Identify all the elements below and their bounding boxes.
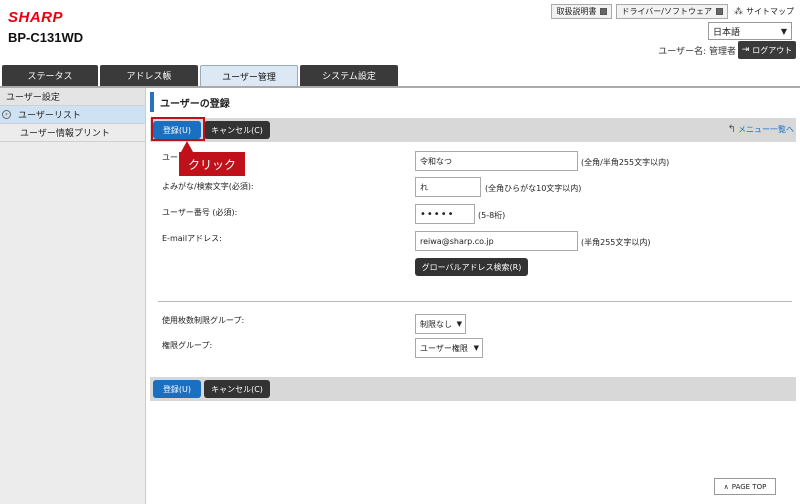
sidebar-item-user-list[interactable]: › ユーザーリスト — [0, 106, 145, 124]
section-divider — [158, 301, 792, 302]
sidebar-heading: ユーザー設定 — [0, 88, 145, 106]
user-name-label: ユーザー名: 管理者 — [658, 47, 736, 57]
sitemap-label: サイトマップ — [746, 7, 794, 16]
language-select[interactable]: 日本語 ▼ — [708, 22, 792, 40]
register-highlight — [151, 117, 205, 141]
click-callout: クリック — [179, 152, 245, 176]
sharp-logo: SHARP — [8, 9, 64, 26]
reading-label: よみがな/検索文字(必須): — [162, 182, 254, 191]
reading-input[interactable]: れ — [415, 177, 481, 197]
chevron-down-icon: ▼ — [780, 26, 787, 36]
usage-group-value: 制限なし — [420, 319, 452, 329]
sidebar: ユーザー設定 › ユーザーリスト ユーザー情報プリント — [0, 88, 146, 504]
callout-pointer — [181, 141, 193, 152]
global-address-search-button[interactable]: グローバルアドレス検索(R) — [415, 258, 528, 276]
main-tabs: ステータス アドレス帳 ユーザー管理 システム設定 — [2, 65, 398, 86]
tab-user-management[interactable]: ユーザー管理 — [200, 65, 298, 86]
reading-hint: (全角ひらがな10文字以内) — [485, 184, 582, 193]
chevron-right-icon: › — [2, 110, 11, 119]
manual-link-label: 取扱説明書 — [556, 7, 597, 16]
sitemap-link[interactable]: ⁂ サイトマップ — [734, 6, 794, 17]
chevron-down-icon: ▼ — [473, 344, 479, 352]
logout-label: ログアウト — [752, 45, 793, 55]
user-number-hint: (5-8桁) — [478, 211, 506, 220]
email-label: E-mailアドレス: — [162, 234, 222, 243]
model-name: BP-C131WD — [8, 30, 84, 45]
auth-group-select[interactable]: ユーザー権限 ▼ — [415, 338, 483, 358]
user-number-input[interactable]: ••••• — [415, 204, 475, 224]
user-number-label: ユーザー番号 (必須): — [162, 208, 238, 217]
chevron-down-icon: ▼ — [456, 320, 462, 328]
language-value: 日本語 — [713, 27, 741, 38]
auth-group-label: 権限グループ: — [162, 341, 213, 350]
tab-status[interactable]: ステータス — [2, 65, 98, 86]
user-name-hint: (全角/半角255文字以内) — [581, 158, 670, 167]
logout-button[interactable]: ⇥ ログアウト — [738, 41, 796, 59]
email-hint: (半角255文字以内) — [581, 238, 651, 247]
sidebar-item-label: ユーザーリスト — [18, 111, 81, 121]
register-button-bottom[interactable]: 登録(U) — [153, 380, 201, 398]
manual-link[interactable]: 取扱説明書 — [551, 4, 613, 19]
cancel-button-bottom[interactable]: キャンセル(C) — [204, 380, 270, 398]
driver-link-label: ドライバー/ソフトウェア — [621, 7, 712, 16]
cancel-button[interactable]: キャンセル(C) — [204, 121, 270, 139]
page-title: ユーザーの登録 — [150, 92, 796, 112]
return-arrow-icon: ↰ — [727, 124, 736, 135]
tab-system-settings[interactable]: システム設定 — [300, 65, 398, 86]
header-links: 取扱説明書 ドライバー/ソフトウェア ⁂ サイトマップ — [551, 4, 794, 19]
top-button-bar: 登録(U) キャンセル(C) ↰ メニュー一覧へ — [150, 118, 796, 142]
usage-group-select[interactable]: 制限なし ▼ — [415, 314, 466, 334]
logout-icon: ⇥ — [741, 45, 750, 55]
menu-link-label: メニュー一覧へ — [738, 125, 794, 134]
external-link-icon — [600, 8, 608, 15]
driver-software-link[interactable]: ドライバー/ソフトウェア — [616, 4, 728, 19]
usage-group-label: 使用枚数制限グループ: — [162, 316, 245, 325]
caret-up-icon: ∧ — [723, 482, 729, 491]
sitemap-icon: ⁂ — [734, 6, 743, 17]
page-top-label: PAGE TOP — [731, 482, 767, 491]
menu-list-link[interactable]: ↰ メニュー一覧へ — [728, 124, 794, 135]
user-name-input[interactable]: 令和なつ — [415, 151, 578, 171]
page-top-button[interactable]: ∧ PAGE TOP — [714, 478, 776, 495]
email-input[interactable]: reiwa@sharp.co.jp — [415, 231, 578, 251]
user-name-label-text: ユー — [162, 153, 178, 162]
sidebar-item-user-info-print[interactable]: ユーザー情報プリント — [0, 124, 145, 142]
tab-address-book[interactable]: アドレス帳 — [100, 65, 198, 86]
bottom-button-bar: 登録(U) キャンセル(C) — [150, 377, 796, 401]
auth-group-value: ユーザー権限 — [420, 343, 468, 353]
external-link-icon — [716, 8, 723, 15]
